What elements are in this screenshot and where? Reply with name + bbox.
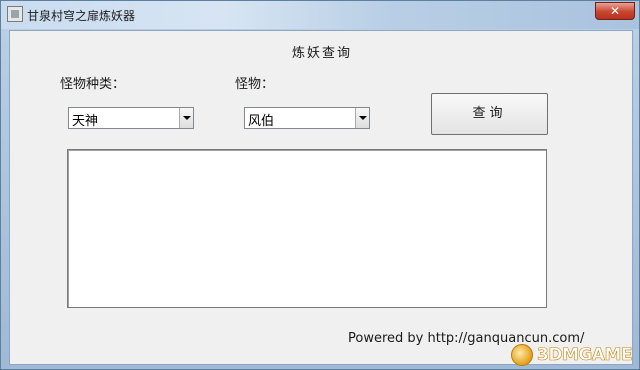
app-window: 甘泉村穹之扉炼妖器 ✕ 炼妖查询 怪物种类： 怪物： 天神 风伯 查询 Powe…: [0, 0, 640, 370]
monster-type-label: 怪物种类：: [60, 77, 126, 92]
monster-label: 怪物：: [235, 77, 275, 92]
page-heading: 炼妖查询: [291, 46, 352, 61]
title-bar[interactable]: 甘泉村穹之扉炼妖器 ✕: [1, 1, 639, 29]
monster-type-select[interactable]: 天神: [68, 107, 194, 129]
monster-type-select-value: 天神: [72, 114, 99, 129]
monster-select-value: 风伯: [248, 114, 275, 129]
watermark-text: 3DMGAME: [537, 345, 633, 366]
window-title: 甘泉村穹之扉炼妖器: [27, 9, 136, 23]
query-button[interactable]: 查询: [431, 93, 548, 135]
close-button[interactable]: ✕: [595, 2, 635, 20]
close-icon: ✕: [609, 4, 621, 18]
monster-select[interactable]: 风伯: [244, 107, 370, 129]
app-icon[interactable]: [7, 6, 23, 22]
chevron-down-icon[interactable]: [179, 108, 193, 128]
result-textarea[interactable]: [67, 149, 547, 308]
client-area: 炼妖查询 怪物种类： 怪物： 天神 风伯 查询 Powered by http:…: [9, 30, 633, 365]
watermark-logo: 3DMGAME: [511, 342, 639, 368]
watermark-icon: [511, 344, 533, 366]
chevron-down-icon[interactable]: [355, 108, 369, 128]
